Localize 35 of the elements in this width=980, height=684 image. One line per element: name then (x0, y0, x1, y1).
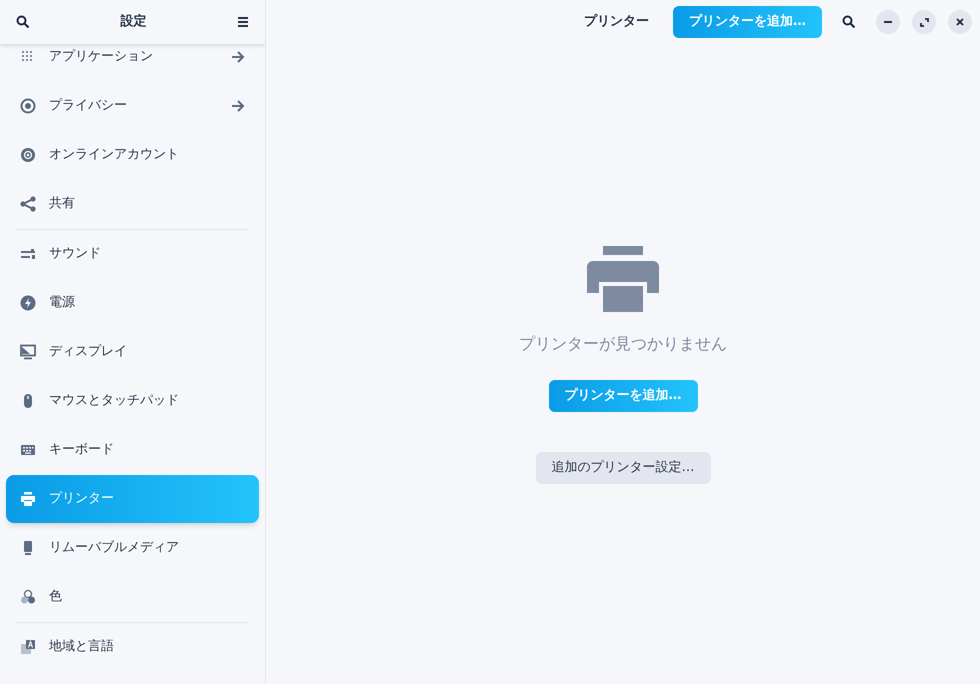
sidebar-item[interactable]: 共有 (6, 180, 259, 228)
printer-settings-button[interactable]: 追加のプリンター設定… (536, 452, 710, 484)
menu-icon[interactable] (237, 17, 249, 27)
sidebar-item[interactable]: 電源 (6, 279, 259, 327)
search-icon[interactable] (842, 15, 856, 29)
sidebar-item[interactable]: 地域と言語 (6, 623, 259, 671)
keyboard-icon (20, 442, 36, 458)
sidebar-item[interactable]: アプリケーション (6, 44, 259, 70)
search-icon[interactable] (16, 15, 30, 29)
maximize-icon (920, 18, 928, 26)
minimize-icon (884, 21, 892, 23)
language-icon (20, 639, 36, 655)
sliders-icon (20, 246, 36, 262)
sidebar-item[interactable]: オンラインアカウント (6, 131, 259, 179)
sidebar-item[interactable]: ディスプレイ (6, 328, 259, 376)
maximize-button[interactable] (912, 10, 936, 34)
close-button[interactable] (948, 10, 972, 34)
monitor-icon (20, 344, 36, 360)
sidebar-item[interactable]: キーボード (6, 426, 259, 474)
minimize-button[interactable] (876, 10, 900, 34)
sidebar-item[interactable]: マウスとタッチパッド (6, 377, 259, 425)
target-icon (20, 98, 36, 114)
page-title: プリンター (584, 12, 649, 32)
empty-message: プリンターが見つかりません (519, 333, 727, 355)
sidebar-item[interactable]: リムーバブルメディア (6, 524, 259, 572)
lightning-icon (20, 295, 36, 311)
color-circles-icon (20, 589, 36, 605)
close-icon (956, 18, 964, 26)
sidebar-item[interactable]: 色 (6, 573, 259, 621)
sidebar-item[interactable]: サウンド (6, 230, 259, 278)
share-icon (20, 196, 36, 212)
sidebar-title: 設定 (120, 12, 146, 32)
printer-icon (20, 491, 36, 507)
printer-icon (587, 246, 659, 312)
sidebar-item[interactable]: プライバシー (6, 82, 259, 130)
